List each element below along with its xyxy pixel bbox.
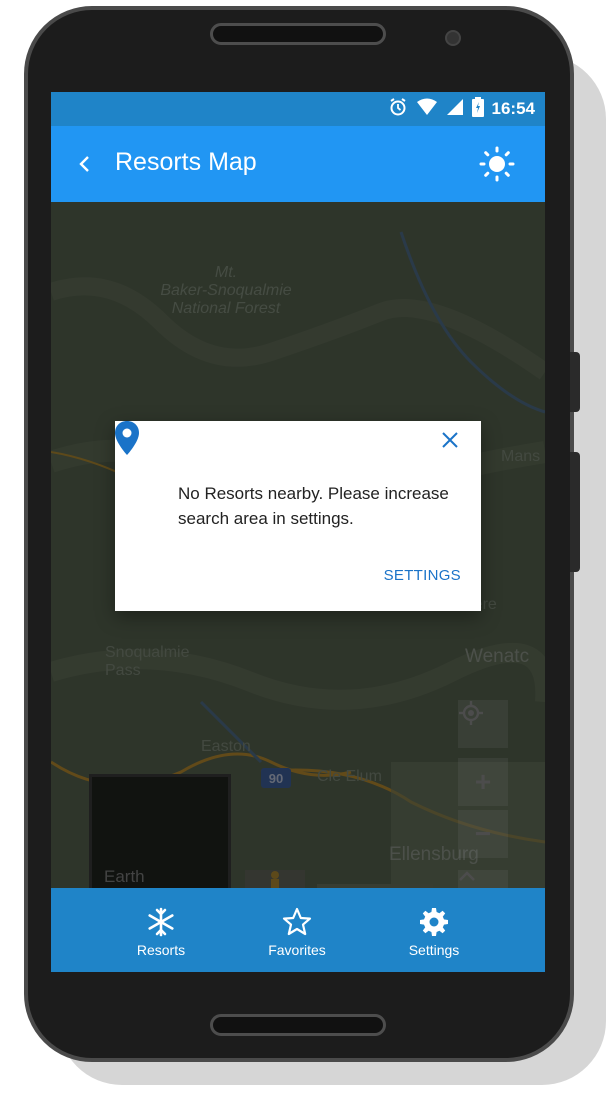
app-bar: Resorts Map: [51, 126, 545, 202]
volume-button: [570, 452, 580, 572]
back-button[interactable]: [69, 146, 99, 182]
battery-icon: [471, 97, 484, 121]
close-button[interactable]: [441, 431, 465, 455]
snowflake-icon: [148, 907, 174, 936]
gear-icon: [420, 907, 448, 936]
brightness-button[interactable]: [477, 144, 517, 184]
screen: 16:54 Resorts Map Mt. Baker-Snoqualmie N…: [51, 92, 545, 972]
earpiece-speaker: [210, 23, 386, 45]
settings-action-button[interactable]: SETTINGS: [384, 567, 461, 584]
nav-item-settings[interactable]: Settings: [374, 888, 494, 972]
chevron-left-icon: [79, 156, 89, 172]
nav-label-favorites: Favorites: [268, 941, 326, 958]
page-title: Resorts Map: [115, 148, 257, 176]
nav-item-resorts[interactable]: Resorts: [101, 888, 221, 972]
status-time: 16:54: [491, 99, 535, 118]
location-pin-icon: [115, 421, 139, 455]
bottom-speaker: [210, 1014, 386, 1036]
nav-item-favorites[interactable]: Favorites: [237, 888, 357, 972]
power-button: [570, 352, 580, 412]
map-view[interactable]: Mt. Baker-Snoqualmie National Forest Sno…: [51, 202, 545, 888]
dialog-message: No Resorts nearby. Please increase searc…: [178, 484, 449, 528]
star-icon: [282, 907, 312, 935]
nav-label-settings: Settings: [408, 941, 460, 958]
alarm-icon: [388, 97, 408, 121]
close-icon: [442, 432, 458, 448]
signal-icon: [446, 98, 464, 120]
brightness-icon: [479, 146, 515, 182]
bottom-navigation: Resorts Favorites Settings: [51, 888, 545, 972]
front-camera: [445, 30, 461, 46]
status-bar: 16:54: [51, 92, 545, 126]
no-resorts-dialog: No Resorts nearby. Please increase searc…: [115, 421, 481, 611]
wifi-icon: [416, 98, 438, 120]
nav-label-resorts: Resorts: [136, 941, 186, 958]
